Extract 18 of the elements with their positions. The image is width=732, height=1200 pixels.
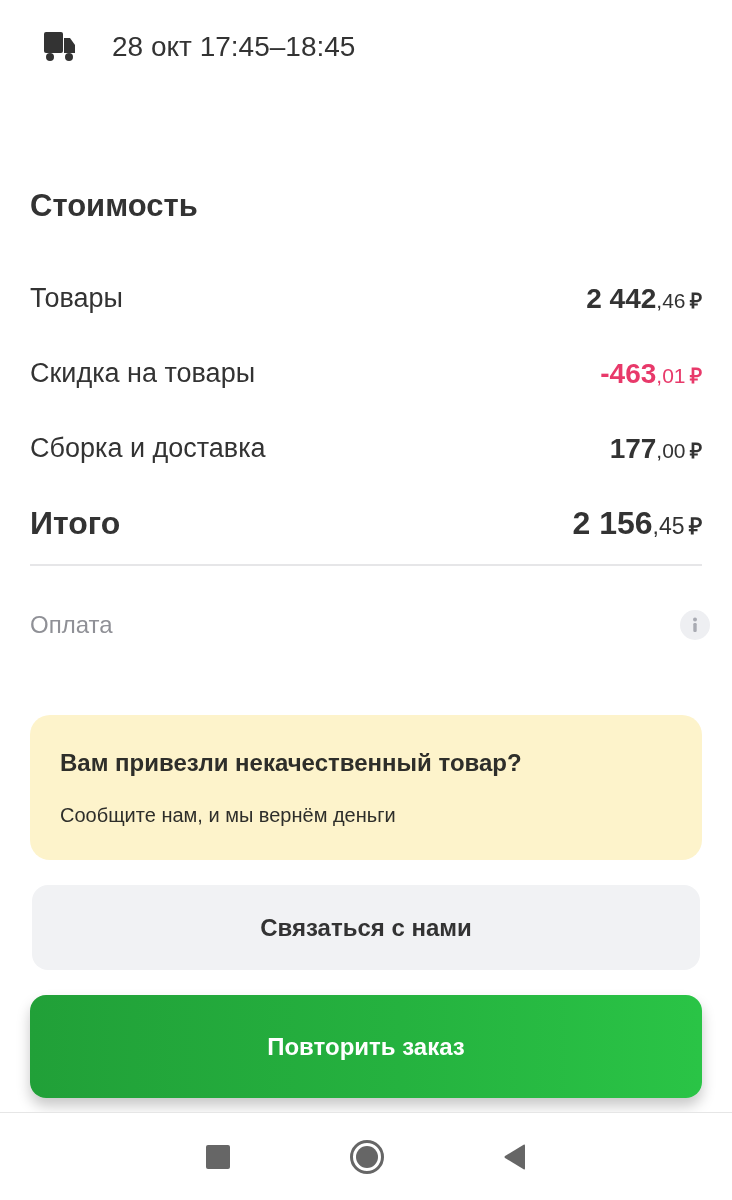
banner-text: Сообщите нам, и мы вернём деньги (60, 803, 397, 828)
price-label: Товары (30, 283, 123, 314)
delivery-time: 28 окт 17:45–18:45 (112, 31, 356, 63)
price-label: Скидка на товары (30, 358, 256, 389)
recents-icon[interactable] (206, 1144, 230, 1169)
home-icon[interactable] (350, 1139, 384, 1174)
price-value: -463,01 ₽ (600, 357, 702, 390)
back-icon[interactable] (504, 1143, 526, 1170)
price-label: Итого (30, 505, 121, 542)
section-title: Стоимость (30, 187, 199, 225)
banner-title: Вам привезли некачественный товар? (60, 748, 523, 778)
price-value: 2 156,45 ₽ (572, 505, 702, 542)
price-label: Сборка и доставка (30, 433, 266, 464)
price-value: 177,00 ₽ (609, 432, 702, 465)
truck-icon (44, 32, 76, 62)
contact-button[interactable]: Связаться с нами (32, 885, 700, 970)
payment-label: Оплата (30, 611, 113, 639)
price-value: 2 442,46 ₽ (586, 282, 702, 315)
